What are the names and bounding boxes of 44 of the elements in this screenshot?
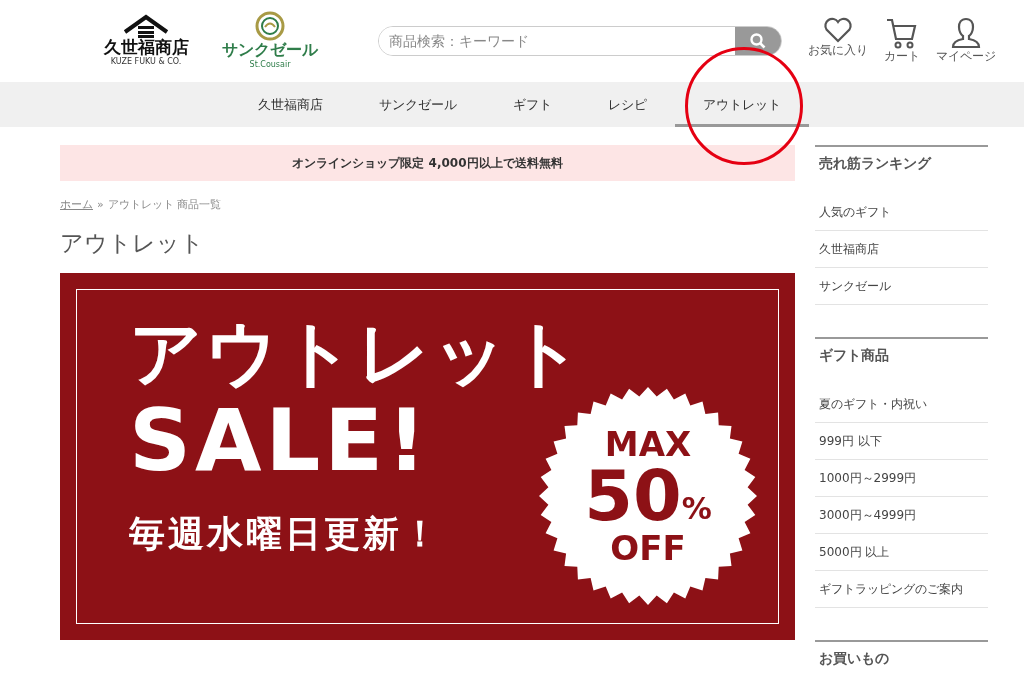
search-button[interactable] xyxy=(735,27,781,55)
sidebar-link[interactable]: 1000円～2999円 xyxy=(815,459,988,497)
nav-tab[interactable]: レシピ xyxy=(579,82,675,127)
breadcrumb-separator: » xyxy=(97,198,104,211)
breadcrumb-link[interactable]: ホーム xyxy=(60,198,93,211)
sidebar-heading: ギフト商品 xyxy=(818,345,890,365)
sidebar-link[interactable]: ギフトラッピングのご案内 xyxy=(815,570,988,608)
sidebar-link[interactable]: サンクゼール xyxy=(815,267,988,305)
search-icon xyxy=(750,33,766,49)
heart-icon xyxy=(823,17,853,44)
header-action-button[interactable]: お気に入り xyxy=(808,17,868,65)
badge-number: 50 xyxy=(584,461,682,532)
nav-tab[interactable]: サンクゼール xyxy=(350,82,485,127)
nav-tab[interactable]: ギフト xyxy=(484,82,580,127)
banner-title: アウトレット xyxy=(129,312,585,395)
user-icon xyxy=(951,17,981,50)
badge-unit: % xyxy=(681,491,712,529)
cart-icon xyxy=(886,17,918,50)
nav-tab[interactable]: 久世福商店 xyxy=(229,82,351,127)
emblem-icon xyxy=(255,11,285,42)
sidebar-link[interactable]: 999円 以下 xyxy=(815,422,988,460)
badge-label: OFF xyxy=(610,531,686,566)
shipping-notice: オンラインショップ限定 4,000円以上で送料無料 xyxy=(60,145,795,181)
sidebar-link[interactable]: 5000円 以上 xyxy=(815,533,988,571)
logo-subtitle: KUZE FUKU & CO. xyxy=(110,56,182,69)
header-action-button[interactable]: マイページ xyxy=(936,17,996,65)
breadcrumb-current: アウトレット 商品一覧 xyxy=(107,198,222,211)
header-action-button[interactable]: カート xyxy=(884,17,920,65)
badge-label: MAX xyxy=(604,427,692,462)
page-title: アウトレット xyxy=(60,229,205,258)
sidebar-link[interactable]: 3000円～4999円 xyxy=(815,496,988,534)
logo-text: 久世福商店 xyxy=(103,37,189,57)
search-field[interactable]: 商品検索：キーワード xyxy=(378,26,782,56)
nav-tab[interactable]: アウトレット xyxy=(674,82,809,127)
banner-subtitle: SALE! xyxy=(129,394,431,486)
house-roof-icon xyxy=(123,13,169,38)
sidebar-heading: 売れ筋ランキング xyxy=(818,154,933,173)
logo-subtitle: St.Cousair xyxy=(249,58,291,71)
logo-text: サンクゼール xyxy=(222,41,318,59)
sidebar-heading: お買いもの xyxy=(818,648,890,667)
banner-note: 毎週水曜日更新！ xyxy=(129,512,441,557)
sidebar-link[interactable]: 人気のギフト xyxy=(815,193,988,231)
sidebar-link[interactable]: 久世福商店 xyxy=(815,230,988,268)
sidebar-link[interactable]: 夏のギフト・内祝い xyxy=(815,385,988,423)
